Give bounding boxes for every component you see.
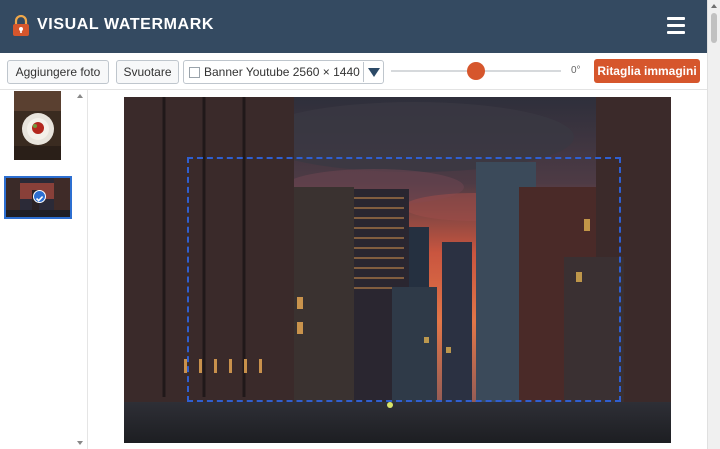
crop-preset-checkbox[interactable] — [189, 67, 200, 78]
scroll-down-arrow-icon[interactable] — [77, 441, 83, 445]
hamburger-menu-icon[interactable] — [665, 16, 691, 36]
thumbnail-sidebar — [0, 90, 88, 449]
add-photo-button[interactable]: Aggiungere foto — [7, 60, 109, 84]
clear-button[interactable]: Svuotare — [116, 60, 179, 84]
rotation-slider-handle[interactable] — [467, 62, 485, 80]
dropdown-toggle[interactable] — [363, 62, 383, 82]
window-scrollbar[interactable] — [707, 0, 720, 449]
scroll-up-arrow-icon[interactable] — [77, 94, 83, 98]
scroll-up-arrow-icon[interactable] — [711, 4, 717, 8]
crop-preset-value: Banner Youtube 2560 × 1440 — [204, 65, 360, 79]
sidebar-scrollbar[interactable] — [74, 90, 87, 449]
selected-check-icon — [33, 190, 46, 203]
food-photo-image — [14, 91, 61, 160]
app-header: VISUAL WATERMARK — [0, 0, 707, 53]
scrollbar-thumb[interactable] — [711, 13, 717, 43]
crop-images-button[interactable]: Ritaglia immagini — [594, 59, 700, 83]
padlock-logo-icon — [13, 15, 29, 36]
app-title: VISUAL WATERMARK — [37, 16, 215, 33]
chevron-down-icon — [368, 68, 380, 77]
rotation-value: 0° — [571, 65, 581, 76]
thumbnail-city-photo[interactable] — [4, 176, 72, 219]
crop-preset-select[interactable]: Banner Youtube 2560 × 1440 — [183, 60, 384, 84]
crop-selection-frame[interactable] — [187, 157, 621, 402]
thumbnail-food-photo[interactable] — [14, 91, 61, 160]
toolbar: Aggiungere foto Svuotare Banner Youtube … — [0, 53, 707, 90]
